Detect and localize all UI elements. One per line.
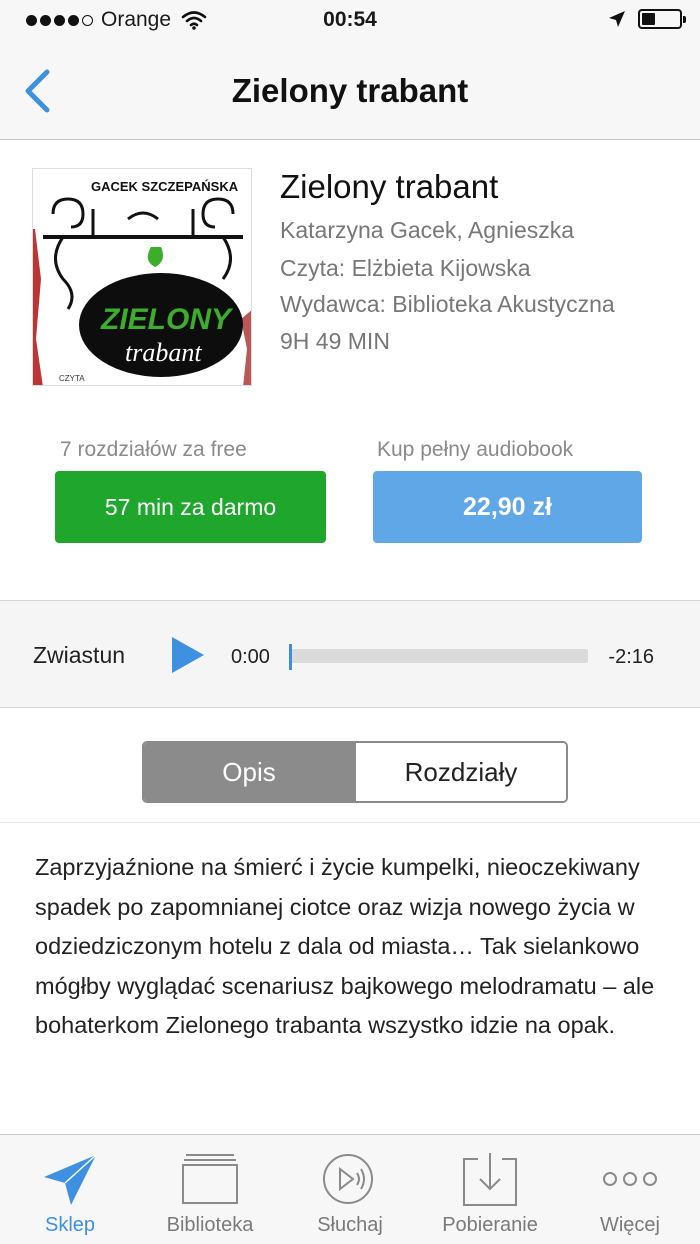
cover-title-bottom: trabant [125, 338, 202, 367]
status-bar: Orange 00:54 [0, 0, 700, 40]
tab-sklep[interactable]: Sklep [0, 1135, 140, 1244]
status-time: 00:54 [323, 8, 377, 31]
cover-small-text: CZYTA [59, 374, 85, 383]
cover-art: GACEK SZCZEPAŃSKA ZIELONY trabant CZYTA [33, 169, 251, 385]
description-chapters-toggle: Opis Rozdziały [142, 741, 568, 803]
book-authors: Katarzyna Gacek, Agnieszka [280, 217, 575, 243]
page-title: Zielony trabant [231, 72, 469, 109]
book-description: Zaprzyjaźnione na śmierć i życie kumpelk… [35, 854, 655, 1038]
tab-label-pobieranie: Pobieranie [442, 1214, 538, 1236]
free-offer-label: 7 rozdziałów za free [60, 438, 247, 461]
tab-bar: Sklep Biblioteka Słuchaj Pobieranie Więc… [0, 1134, 700, 1244]
tab-label-wiecej: Więcej [599, 1214, 660, 1236]
trailer-player: Zwiastun 0:00 -2:16 [0, 600, 700, 708]
book-duration: 9H 49 MIN [280, 328, 390, 354]
book-publisher: Wydawca: Biblioteka Akustyczna [280, 291, 615, 317]
tab-sluchaj[interactable]: Słuchaj [280, 1135, 420, 1244]
book-cover[interactable]: GACEK SZCZEPAŃSKA ZIELONY trabant CZYTA [32, 168, 252, 386]
cover-title-top: ZIELONY [100, 303, 234, 336]
tab-label-biblioteka: Biblioteka [166, 1214, 254, 1236]
battery-icon [638, 9, 686, 29]
divider [0, 822, 700, 823]
trailer-progress-slider[interactable] [289, 644, 588, 670]
more-dots-icon [603, 1172, 657, 1186]
tab-label-sluchaj: Słuchaj [317, 1214, 383, 1236]
play-button[interactable] [168, 634, 208, 676]
tab-wiecej[interactable]: Więcej [560, 1135, 700, 1244]
location-arrow-icon [609, 11, 625, 27]
tab-chapters[interactable]: Rozdziały [354, 743, 566, 801]
book-narrator: Czyta: Elżbieta Kijowska [280, 255, 531, 281]
status-right [608, 9, 686, 29]
buy-audiobook-button[interactable]: 22,90 zł [373, 471, 642, 543]
buy-offer-label: Kup pełny audiobook [377, 438, 574, 461]
listen-play-icon [323, 1154, 373, 1204]
play-icon [172, 637, 204, 673]
progress-thumb[interactable] [289, 644, 292, 670]
tab-pobieranie[interactable]: Pobieranie [420, 1135, 560, 1244]
cover-authors-text: GACEK SZCZEPAŃSKA [91, 179, 239, 194]
remaining-time: -2:16 [608, 646, 654, 668]
book-title: Zielony trabant [280, 168, 499, 205]
tab-description[interactable]: Opis [144, 743, 354, 801]
tab-biblioteka[interactable]: Biblioteka [140, 1135, 280, 1244]
tab-label-sklep: Sklep [44, 1214, 96, 1236]
nav-bar: Zielony trabant [0, 40, 700, 140]
library-icon [182, 1154, 238, 1204]
trailer-label: Zwiastun [33, 642, 126, 668]
download-icon [463, 1153, 517, 1206]
free-listen-button[interactable]: 57 min za darmo [55, 471, 326, 543]
current-time: 0:00 [231, 646, 270, 668]
paper-plane-icon [44, 1154, 97, 1205]
